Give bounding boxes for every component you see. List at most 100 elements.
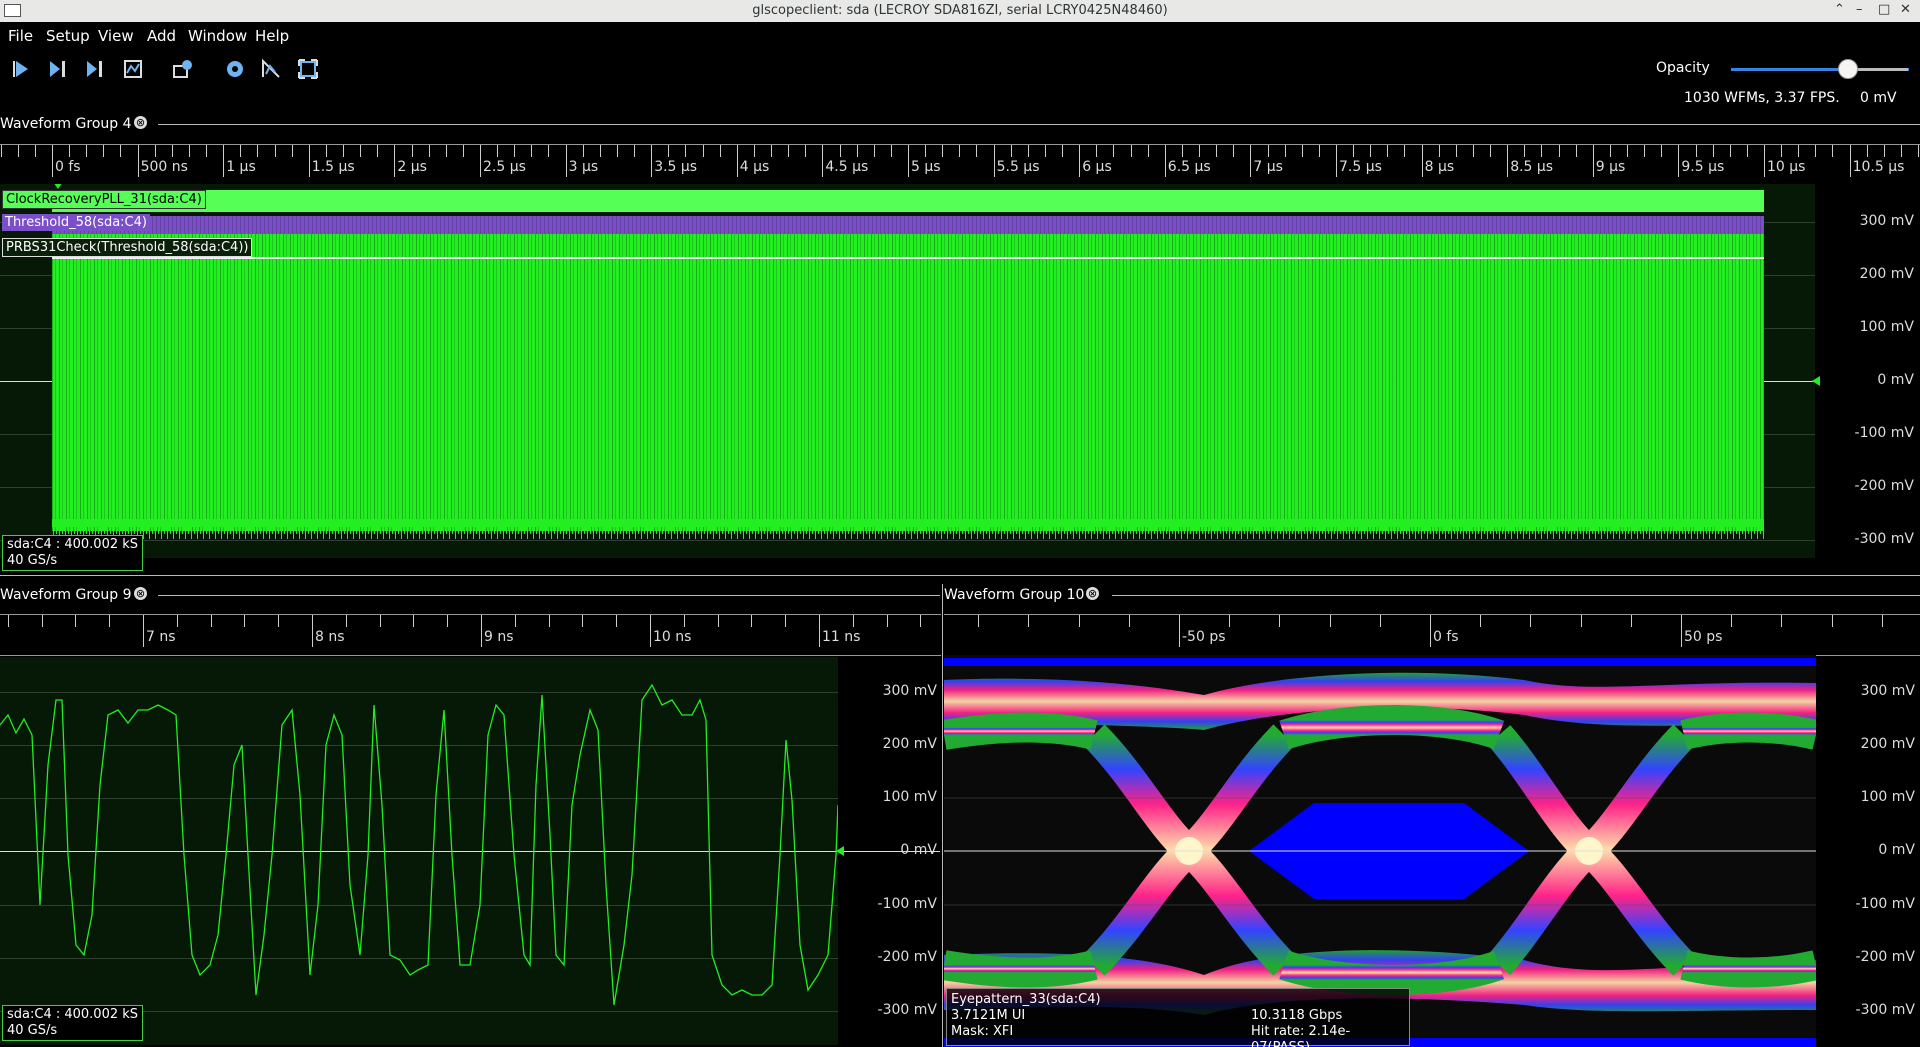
y-axis-label: 200 mV	[882, 736, 937, 752]
minor-tick	[548, 145, 550, 157]
group10-plot[interactable]: Eyepattern_33(sda:C4) 3.7121M UI Mask: X…	[944, 655, 1920, 1047]
y-axis-label: 0 mV	[1878, 842, 1915, 858]
major-tick	[1336, 145, 1337, 177]
minimize-icon[interactable]: –	[1856, 2, 1863, 17]
clear-sweeps-icon[interactable]	[260, 58, 282, 80]
minor-tick	[719, 145, 721, 157]
close-window-icon[interactable]: ✕	[1900, 2, 1911, 17]
vertical-divider[interactable]	[942, 584, 943, 1047]
group9-timeline[interactable]: 7 ns 8 ns 9 ns 10 ns 11 ns	[0, 614, 941, 656]
maximize-icon[interactable]: □	[1878, 2, 1890, 17]
menu-view[interactable]: View	[98, 27, 134, 45]
group4-close-icon[interactable]: ⊗	[134, 116, 147, 129]
minor-tick	[1627, 145, 1629, 157]
minor-tick	[1731, 615, 1733, 627]
eye-ui-count: 3.7121M UI	[951, 1008, 1026, 1023]
offset-marker-icon[interactable]	[1812, 376, 1822, 386]
group10-header: Waveform Group 10 ⊗	[944, 585, 1920, 605]
minor-tick	[1831, 615, 1833, 627]
minor-tick	[771, 145, 773, 157]
minor-tick	[1229, 615, 1231, 627]
group4-tick-label: 2.5 µs	[483, 159, 526, 175]
y-axis-label: 200 mV	[1860, 736, 1915, 752]
minor-tick	[1181, 145, 1183, 157]
major-tick	[1764, 145, 1765, 177]
opacity-slider-handle[interactable]	[1838, 59, 1858, 79]
group4-tick-label: 1.5 µs	[311, 159, 355, 175]
group10-close-icon[interactable]: ⊗	[1086, 587, 1099, 600]
zero-line-left	[0, 381, 52, 382]
prbs-check-line	[52, 257, 1764, 259]
group10-tick-label: 0 fs	[1433, 629, 1459, 645]
pane-divider[interactable]	[0, 575, 1920, 576]
minor-tick	[1781, 145, 1783, 157]
stop-trigger-icon[interactable]	[122, 58, 144, 80]
major-tick	[651, 145, 653, 177]
minor-tick	[785, 615, 787, 627]
group10-timeline[interactable]: -50 ps 0 fs 50 ps	[944, 614, 1920, 656]
major-tick	[650, 615, 651, 647]
start-trigger-icon[interactable]	[10, 58, 32, 80]
minor-tick	[413, 615, 415, 627]
y-axis-label: -200 mV	[1855, 949, 1915, 965]
menu-setup[interactable]: Setup	[46, 27, 90, 45]
group9-close-icon[interactable]: ⊗	[134, 587, 147, 600]
major-tick	[736, 145, 738, 177]
refresh-icon[interactable]	[224, 58, 246, 80]
y-axis-label: -100 mV	[1855, 896, 1915, 912]
minor-tick	[1524, 145, 1526, 157]
minor-tick	[1490, 145, 1492, 157]
group9-header: Waveform Group 9 ⊗	[0, 585, 940, 605]
y-axis-label: -300 mV	[1854, 531, 1914, 547]
minor-tick	[668, 145, 670, 157]
group4-plot[interactable]: ClockRecoveryPLL_31(sda:C4) Threshold_58…	[0, 184, 1920, 574]
channel-label-clockrecovery[interactable]: ClockRecoveryPLL_31(sda:C4)	[2, 190, 206, 209]
group4-tick-label: 3.5 µs	[654, 159, 698, 175]
menu-help[interactable]: Help	[255, 27, 289, 45]
collapse-icon[interactable]: ⌃	[1834, 2, 1845, 17]
force-trigger-icon[interactable]	[84, 58, 106, 80]
minor-tick	[1832, 145, 1834, 157]
minor-tick	[1781, 615, 1783, 627]
minor-tick	[886, 615, 888, 627]
minor-tick	[1329, 615, 1331, 627]
minor-tick	[1900, 145, 1902, 157]
minor-tick	[17, 145, 19, 157]
group4-tick-label: 0 fs	[55, 159, 81, 175]
y-axis-label: 100 mV	[1860, 789, 1915, 805]
channel-label-threshold[interactable]: Threshold_58(sda:C4)	[2, 214, 150, 231]
group9-tick-label: 10 ns	[653, 629, 692, 645]
group9-plot[interactable]: sda:C4 : 400.002 kS 40 GS/s 300 mV 200 m…	[0, 655, 942, 1047]
opacity-label: Opacity	[1656, 60, 1710, 76]
y-axis-label: 100 mV	[1859, 319, 1914, 335]
window-titlebar: glscopeclient: sda (LECROY SDA816ZI, ser…	[0, 0, 1920, 22]
fps-status: 1030 WFMs, 3.37 FPS.	[1684, 90, 1840, 106]
channel-label-prbs31check[interactable]: PRBS31Check(Threshold_58(sda:C4))	[2, 238, 253, 257]
minor-tick	[1199, 145, 1201, 157]
major-tick	[223, 145, 225, 177]
y-axis-label: -300 mV	[877, 1002, 937, 1018]
group4-sample-rate: 40 GS/s	[7, 553, 58, 568]
menu-file[interactable]: File	[8, 27, 33, 45]
group4-tick-label: 4.5 µs	[825, 159, 869, 175]
fullscreen-icon[interactable]	[297, 58, 319, 80]
minor-tick	[1883, 145, 1885, 157]
group4-title: Waveform Group 4	[0, 116, 132, 132]
minor-tick	[959, 145, 961, 157]
minor-tick	[1644, 145, 1646, 157]
group4-tick-label: 9.5 µs	[1681, 159, 1725, 175]
menu-add[interactable]: Add	[147, 27, 176, 45]
eye-hitrate: Hit rate: 2.14e-07(PASS)	[1251, 1024, 1351, 1047]
group4-tick-label: 500 ns	[140, 159, 188, 175]
minor-tick	[462, 145, 464, 157]
history-icon[interactable]	[172, 58, 194, 80]
major-tick	[565, 145, 567, 177]
minor-tick	[856, 145, 858, 157]
group4-tick-label: 7.5 µs	[1339, 159, 1382, 175]
minor-tick	[325, 145, 327, 157]
single-trigger-icon[interactable]	[47, 58, 69, 80]
group4-timeline[interactable]: 0 fs 500 ns 1 µs 1.5 µs 2 µs 2.5 µs 3 µs 3.5 µs…	[0, 144, 1920, 185]
menu-window[interactable]: Window	[188, 27, 247, 45]
minor-tick	[360, 145, 362, 157]
minor-tick	[805, 145, 807, 157]
